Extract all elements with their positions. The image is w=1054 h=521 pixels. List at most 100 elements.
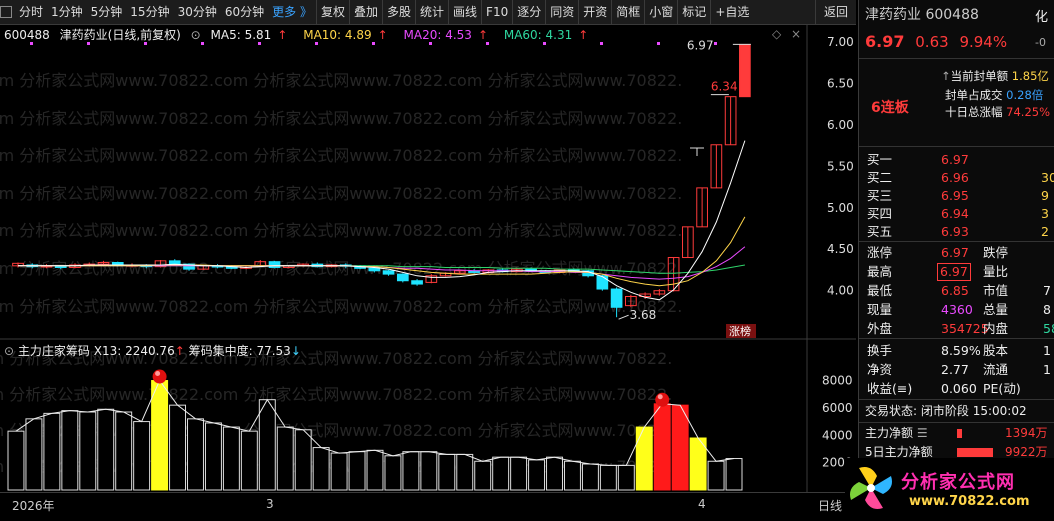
toolbar-item[interactable]: F10: [481, 0, 512, 24]
chip-bar: [725, 458, 743, 491]
diamond-icon[interactable]: ◇: [772, 27, 781, 41]
toolbar-item[interactable]: 15分钟: [126, 0, 173, 24]
sy: 7: [1043, 283, 1051, 298]
candle-body: [382, 270, 395, 275]
toolbar-item[interactable]: 统计: [415, 0, 448, 24]
chip-bar: [169, 404, 187, 491]
chip-bar: [7, 430, 25, 491]
list-icon[interactable]: ☰: [917, 426, 928, 440]
toolbar-item[interactable]: 60分钟: [221, 0, 268, 24]
chips-chart[interactable]: com 分析家公式网www.70822.com 分析家公式网www.70822.…: [0, 340, 856, 492]
bid-volume: 30: [1041, 170, 1054, 185]
candle-body: [411, 280, 423, 285]
settings-icon[interactable]: ⊙: [191, 28, 201, 42]
toolbar-item[interactable]: 复权: [315, 0, 349, 24]
toolbar-item[interactable]: 5分钟: [87, 0, 127, 24]
toolbar-item[interactable]: 简框: [611, 0, 644, 24]
chip-bar: [510, 456, 528, 491]
watermark-text: com 分析家公式网www.70822.com 分析家公式网www.70822.…: [0, 221, 682, 240]
turnover-label: 换手: [867, 343, 893, 358]
low-annotation: 3.68: [630, 308, 657, 322]
price-tick: 5.50: [827, 159, 854, 173]
bid-volume: 2: [1041, 224, 1049, 239]
chip-bar: [240, 430, 258, 491]
price-tick: 4.00: [827, 284, 854, 298]
toolbar-item[interactable]: 多股: [382, 0, 415, 24]
chip-bar: [366, 449, 384, 491]
sub-tick: 4000: [822, 428, 853, 442]
nav: 2.77: [941, 362, 969, 377]
toolbar-item[interactable]: 逐分: [512, 0, 545, 24]
toolbar-item[interactable]: 分时: [15, 0, 47, 24]
stat-row: 净资 2.77 流通 1: [865, 360, 1054, 379]
chip-bar: [294, 429, 312, 491]
in: 58: [1043, 321, 1054, 336]
rank-badge[interactable]: 涨榜: [729, 324, 751, 338]
candle-body: [739, 43, 751, 98]
toolbar-item[interactable]: 1分钟: [47, 0, 87, 24]
corner-label[interactable]: 化: [1035, 6, 1048, 25]
divider: [859, 422, 1054, 423]
five-flow-bar: [957, 448, 993, 457]
cap: 1: [1043, 343, 1051, 358]
layout-icon[interactable]: [0, 6, 12, 18]
stat-row: 外盘 354725内盘 58: [865, 319, 1054, 338]
chip-bar: [204, 422, 222, 491]
stat-row: 收益(≡) 0.060 PE(动): [865, 379, 1054, 398]
watermark-text: com 分析家公式网www.70822.com 分析家公式网www.70822.…: [0, 71, 682, 90]
watermark-text: com 分析家公式网www.70822.com 分析家公式网www.70822.…: [0, 109, 682, 128]
stat-row: 换手 8.59% 股本 1: [865, 341, 1054, 360]
chip-bar: [97, 408, 115, 491]
chip-bar: [474, 460, 492, 491]
peak-ball-highlight: [155, 371, 161, 377]
price-tick: 5.00: [827, 201, 854, 215]
bid-row: 买二 6.96 30: [865, 168, 1054, 187]
bid-price: 6.96: [941, 170, 969, 185]
high: 6.97: [937, 263, 971, 281]
toolbar-item[interactable]: 30分钟: [174, 0, 221, 24]
chip-bar: [348, 451, 366, 491]
total: 8: [1043, 302, 1051, 317]
now-label: 现量: [867, 302, 893, 317]
limit-marker: [600, 42, 603, 45]
bid-price: 6.97: [941, 152, 969, 167]
logo-url: www.70822.com: [909, 494, 1030, 509]
bid-label: 买五: [867, 224, 893, 239]
watermark-text: com 分析家公式网www.70822.com 分析家公式网www.70822.…: [0, 259, 682, 278]
chip-bar: [79, 411, 97, 491]
bid-label: 买三: [867, 188, 893, 203]
zt: 6.97: [941, 245, 969, 260]
main-flow-row: 主力净额 ☰ 1394万: [865, 426, 1048, 440]
toolbar-item[interactable]: 小窗: [644, 0, 677, 24]
bid-row: 买四 6.94 3: [865, 204, 1054, 223]
stock-title: 津药药业 600488: [865, 7, 979, 23]
cap-label: 股本: [983, 343, 1009, 358]
peak-ball-highlight: [657, 394, 663, 400]
toolbar-item[interactable]: 标记: [677, 0, 710, 24]
bid-label: 买四: [867, 206, 893, 221]
bid-price: 6.95: [941, 188, 969, 203]
close-icon[interactable]: ×: [791, 27, 801, 41]
divider: [859, 146, 1054, 147]
peak-ball: [152, 369, 167, 384]
collapse-icon[interactable]: ⊙: [4, 344, 14, 358]
toolbar-item[interactable]: 同资: [545, 0, 578, 24]
kline-chart[interactable]: com 分析家公式网www.70822.com 分析家公式网www.70822.…: [0, 24, 856, 340]
period-label[interactable]: 日线: [818, 497, 842, 514]
toolbar-item[interactable]: 更多 》: [268, 0, 316, 24]
ten-day-row: 十日总涨幅 74.25%: [945, 105, 1051, 119]
toolbar-item[interactable]: 叠加: [348, 0, 382, 24]
toolbar-item[interactable]: +自选: [710, 0, 753, 24]
chip-bar: [635, 426, 653, 491]
bid-label: 买二: [867, 170, 893, 185]
divider: [859, 58, 1054, 59]
peak-ball: [655, 392, 670, 407]
watermark-text: com 分析家公式网www.70822.com 分析家公式网www.70822.…: [0, 385, 672, 404]
toolbar-item[interactable]: 返回: [814, 0, 856, 24]
chip-bar: [420, 451, 438, 491]
toolbar-item[interactable]: 画线: [448, 0, 481, 24]
toolbar-item[interactable]: 开资: [578, 0, 611, 24]
watermark-text: com 分析家公式网www.70822.com 分析家公式网www.70822.…: [0, 184, 682, 203]
chip-bar: [599, 464, 617, 491]
pe-label: PE(动): [983, 381, 1021, 396]
